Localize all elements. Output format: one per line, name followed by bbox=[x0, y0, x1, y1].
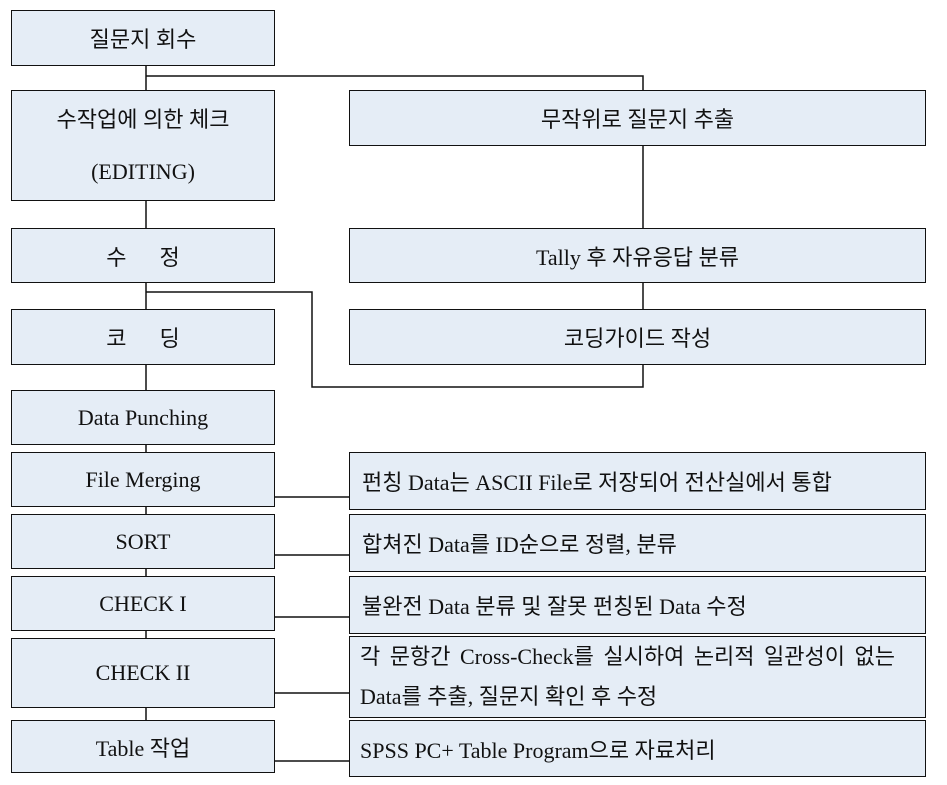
desc-text: SPSS PC+ Table Program으로 자료처리 bbox=[360, 737, 716, 763]
side-random-sampling: 무작위로 질문지 추출 bbox=[349, 90, 926, 146]
desc-text-line1: 각 문항간 Cross-Check를 실시하여 논리적 일관성이 없는 bbox=[360, 644, 895, 669]
desc-check-2: 각 문항간 Cross-Check를 실시하여 논리적 일관성이 없는 Data를… bbox=[349, 636, 926, 718]
step-label: Data Punching bbox=[77, 404, 209, 430]
step-coding: 코 딩 bbox=[11, 309, 275, 365]
desc-check-1: 불완전 Data 분류 및 잘못 펀칭된 Data 수정 bbox=[349, 576, 926, 634]
step-data-punching: Data Punching bbox=[11, 390, 275, 445]
step-sort: SORT bbox=[11, 514, 275, 569]
desc-text: 합쳐진 Data를 ID순으로 정렬, 분류 bbox=[362, 532, 677, 557]
desc-text: 펀칭 Data는 ASCII File로 저장되어 전산실에서 통합 bbox=[362, 470, 832, 495]
step-label: 무작위로 질문지 추출 bbox=[540, 107, 735, 132]
step-manual-editing: 수작업에 의한 체크 (EDITING) bbox=[11, 90, 275, 201]
step-file-merging: File Merging bbox=[11, 452, 275, 507]
step-label: 수 정 bbox=[106, 244, 180, 270]
step-label: 코딩가이드 작성 bbox=[563, 326, 712, 351]
step-table: Table 작업 bbox=[11, 720, 275, 773]
step-label: CHECK II bbox=[95, 660, 191, 685]
step-check-1: CHECK I bbox=[11, 576, 275, 631]
step-label: Table 작업 bbox=[95, 735, 191, 761]
desc-table: SPSS PC+ Table Program으로 자료처리 bbox=[349, 720, 926, 777]
side-tally-classification: Tally 후 자유응답 분류 bbox=[349, 228, 926, 283]
desc-sort: 합쳐진 Data를 ID순으로 정렬, 분류 bbox=[349, 514, 926, 572]
desc-text: 불완전 Data 분류 및 잘못 펀칭된 Data 수정 bbox=[362, 594, 747, 619]
desc-file-merging: 펀칭 Data는 ASCII File로 저장되어 전산실에서 통합 bbox=[349, 452, 926, 510]
step-label: File Merging bbox=[85, 466, 201, 492]
step-sublabel: (EDITING) bbox=[91, 158, 195, 184]
step-correction: 수 정 bbox=[11, 228, 275, 283]
step-check-2: CHECK II bbox=[11, 638, 275, 708]
step-label: CHECK I bbox=[99, 590, 187, 616]
desc-text-line2: Data를 추출, 질문지 확인 후 수정 bbox=[360, 684, 658, 709]
step-label: 수작업에 의한 체크 bbox=[56, 106, 230, 132]
step-label: Tally 후 자유응답 분류 bbox=[535, 244, 740, 270]
step-label: 코 딩 bbox=[106, 326, 180, 351]
step-questionnaire-collection: 질문지 회수 bbox=[11, 10, 275, 66]
branch-to-sampling bbox=[146, 75, 644, 90]
step-label: 질문지 회수 bbox=[89, 27, 197, 52]
step-label: SORT bbox=[115, 528, 171, 554]
side-coding-guide: 코딩가이드 작성 bbox=[349, 309, 926, 365]
